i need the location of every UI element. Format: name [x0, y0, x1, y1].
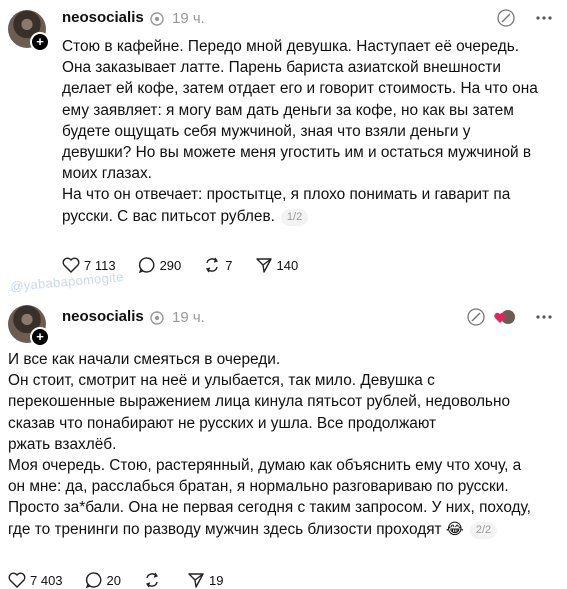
action-bar: 7 403 20 19 — [8, 571, 245, 589]
page-indicator: 2/2 — [469, 521, 498, 539]
repost-icon — [146, 572, 159, 588]
liked-avatar-icon — [494, 310, 515, 324]
plus-icon[interactable]: + — [30, 327, 50, 347]
more-icon[interactable] — [535, 314, 553, 320]
share-count: 19 — [209, 572, 224, 588]
comment-button[interactable]: 290 — [138, 256, 182, 274]
edit-icon[interactable] — [496, 8, 516, 28]
username[interactable]: neosocialis — [62, 308, 144, 325]
share-count: 140 — [276, 257, 299, 273]
share-button[interactable]: 19 — [187, 571, 223, 589]
share-button[interactable]: 140 — [255, 256, 299, 274]
post-body: И все как начали смеяться в очереди. Он … — [8, 349, 563, 540]
repost-button[interactable]: 7 — [203, 256, 233, 274]
comment-icon — [138, 257, 155, 274]
comment-button[interactable]: 20 — [85, 571, 121, 589]
verified-icon — [150, 311, 164, 325]
avatar[interactable]: + — [8, 305, 50, 347]
share-icon — [188, 573, 204, 588]
share-icon — [255, 258, 272, 273]
repost-button[interactable] — [143, 571, 165, 589]
post-body: Стою в кафейне. Передо мной девушка. Нас… — [62, 36, 562, 227]
comment-count: 290 — [159, 257, 182, 273]
edit-icon[interactable] — [466, 307, 486, 327]
plus-icon[interactable]: + — [30, 32, 50, 52]
timestamp: 19 ч. — [172, 309, 205, 326]
repost-icon — [206, 257, 219, 273]
more-icon[interactable] — [535, 15, 553, 21]
like-count: 7 403 — [30, 572, 63, 588]
post-text: Стою в кафейне. Передо мной девушка. Нас… — [62, 38, 538, 225]
heart-icon — [62, 257, 80, 273]
comment-count: 20 — [106, 572, 122, 588]
post-text: И все как начали смеяться в очереди. Он … — [8, 351, 531, 538]
avatar[interactable]: + — [8, 10, 50, 52]
page-indicator: 1/2 — [280, 208, 309, 226]
username[interactable]: neosocialis — [62, 9, 144, 26]
timestamp: 19 ч. — [172, 10, 205, 27]
repost-count: 7 — [225, 257, 233, 273]
verified-icon — [150, 12, 164, 26]
comment-icon — [85, 572, 101, 589]
